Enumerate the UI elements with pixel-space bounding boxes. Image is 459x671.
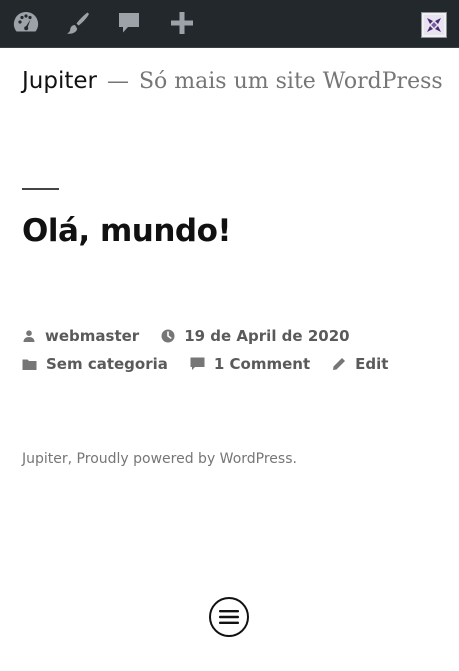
- site-branding: Jupiter — Só mais um site WordPress: [22, 68, 443, 94]
- title-divider: [22, 188, 59, 190]
- hamburger-menu-icon: [219, 610, 239, 624]
- author-icon: [23, 330, 35, 342]
- clock-icon: [161, 329, 175, 343]
- post-date: 19 de April de 2020: [184, 327, 350, 345]
- post-comments-link[interactable]: 1 Comment: [190, 355, 310, 373]
- comments-icon[interactable]: [114, 8, 144, 38]
- post-title-link[interactable]: Olá, mundo!: [22, 213, 232, 249]
- post-comments: 1 Comment: [213, 355, 311, 373]
- post-category: Sem categoria: [46, 355, 168, 373]
- folder-icon: [22, 359, 37, 370]
- title-separator: —: [106, 69, 129, 94]
- post-meta-row-1: webmaster 19 de April de 2020: [22, 327, 372, 345]
- dashboard-icon[interactable]: [11, 8, 41, 38]
- post-edit-link[interactable]: Edit: [332, 355, 388, 373]
- post-date-link[interactable]: 19 de April de 2020: [161, 327, 350, 345]
- footer-site-name-link[interactable]: Jupiter: [22, 451, 68, 467]
- comment-icon: [190, 357, 205, 370]
- site-footer-info: Jupiter, Proudly powered by WordPress.: [22, 451, 297, 467]
- footer-comma: ,: [67, 451, 73, 467]
- user-avatar-icon[interactable]: [421, 12, 447, 38]
- new-content-plus-icon[interactable]: [167, 8, 197, 38]
- post-author: webmaster: [45, 327, 140, 345]
- admin-bar: [0, 0, 459, 48]
- post-edit: Edit: [355, 355, 389, 373]
- menu-toggle-button[interactable]: [209, 597, 249, 637]
- post-author-link[interactable]: webmaster: [22, 327, 139, 345]
- footer-powered-by-link[interactable]: Proudly powered by WordPress.: [77, 451, 297, 467]
- site-title-link[interactable]: Jupiter: [22, 68, 97, 94]
- post-category-link[interactable]: Sem categoria: [22, 355, 168, 373]
- post-meta-row-2: Sem categoria 1 Comment Edit: [22, 355, 410, 373]
- pencil-icon: [333, 358, 346, 370]
- site-description: Só mais um site WordPress: [138, 69, 443, 94]
- customize-brush-icon[interactable]: [63, 8, 93, 38]
